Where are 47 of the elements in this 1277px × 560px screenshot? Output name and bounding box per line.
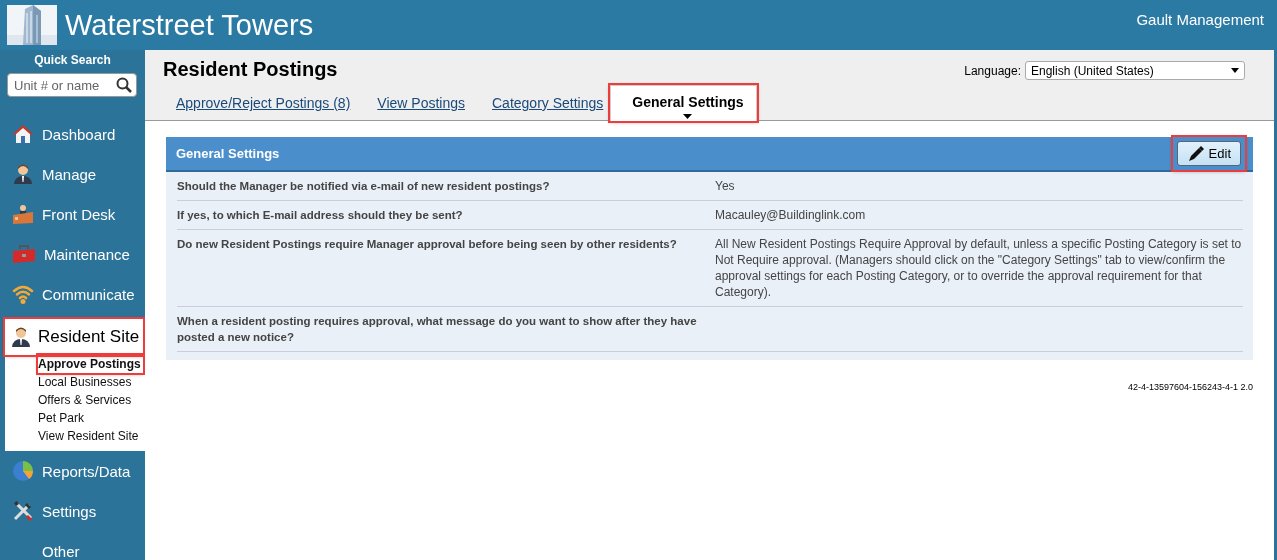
nav-item[interactable]: Other	[0, 531, 145, 560]
nav-subitem[interactable]: Local Businesses	[38, 373, 134, 391]
setting-question: Should the Manager be notified via e-mail of new resident postings?	[177, 179, 551, 194]
search-icon	[116, 77, 132, 93]
site-title: Waterstreet Towers	[65, 8, 315, 42]
house-icon	[12, 123, 34, 145]
setting-question: Do new Resident Postings require Manager approval before being seen by other residents?	[177, 237, 678, 252]
nav-subitem[interactable]: Offers & Services	[38, 391, 134, 409]
account-name: Gault Management	[1136, 11, 1264, 28]
nav-item[interactable]: Resident Site	[5, 319, 144, 355]
person-icon	[10, 326, 32, 348]
tab[interactable]: Approve/Reject Postings (8)	[176, 95, 351, 120]
search-label: Quick Search	[33, 53, 112, 67]
nav-subitem[interactable]: Approve Postings	[38, 355, 143, 373]
version-text: 42-4-13597604-156243-4-1 2.0	[1126, 382, 1253, 392]
pie-chart-icon	[12, 460, 34, 482]
nav-item[interactable]: Reports/Data	[0, 451, 145, 491]
nav-item[interactable]: Manage	[0, 154, 145, 194]
language-dropdown[interactable]: English (United States)	[1025, 61, 1245, 80]
tab[interactable]: Category Settings	[492, 95, 604, 120]
setting-value: Yes	[715, 178, 736, 194]
panel-title: General Settings	[176, 146, 280, 161]
desk-icon	[12, 203, 34, 225]
tab[interactable]: General Settings	[610, 85, 757, 121]
nav-item[interactable]: Settings	[0, 491, 145, 531]
person-icon	[12, 163, 34, 185]
search-field[interactable]: Unit # or name	[7, 73, 137, 97]
caret-icon	[683, 114, 693, 119]
language-label: Language:	[964, 63, 1021, 78]
tab[interactable]: View Postings	[377, 95, 465, 120]
nav-item[interactable]: Maintenance	[0, 234, 145, 274]
wifi-icon	[12, 283, 34, 305]
setting-question: If yes, to which E-mail address should they be sent?	[177, 208, 464, 223]
setting-value: Macauley@Buildinglink.com	[715, 207, 867, 223]
nav-subitem[interactable]: Pet Park	[38, 409, 87, 427]
nav-item[interactable]: Dashboard	[0, 114, 145, 154]
toolbox-icon	[12, 243, 36, 265]
setting-value: All New Resident Postings Require Approval by default, unless a specific Posting Category is set to Not Require approval. (Managers should click on the "Category Settings" tab to view/confirm the approval settings for each Posting Category, or to override the approval requirement for that Category).	[715, 236, 1243, 300]
pen-icon	[1187, 145, 1204, 162]
caret-icon	[1231, 68, 1239, 73]
page-title: Resident Postings	[163, 58, 338, 81]
setting-question: When a resident posting requires approval, what message do you want to show after they have posted a new notice?	[177, 314, 698, 345]
nav-item[interactable]: Communicate	[0, 274, 145, 314]
tools-icon	[12, 500, 34, 522]
edit-button[interactable]: Edit	[1176, 141, 1241, 166]
nav-item[interactable]: Front Desk	[0, 194, 145, 234]
nav-subitem[interactable]: View Resident Site	[38, 427, 141, 445]
